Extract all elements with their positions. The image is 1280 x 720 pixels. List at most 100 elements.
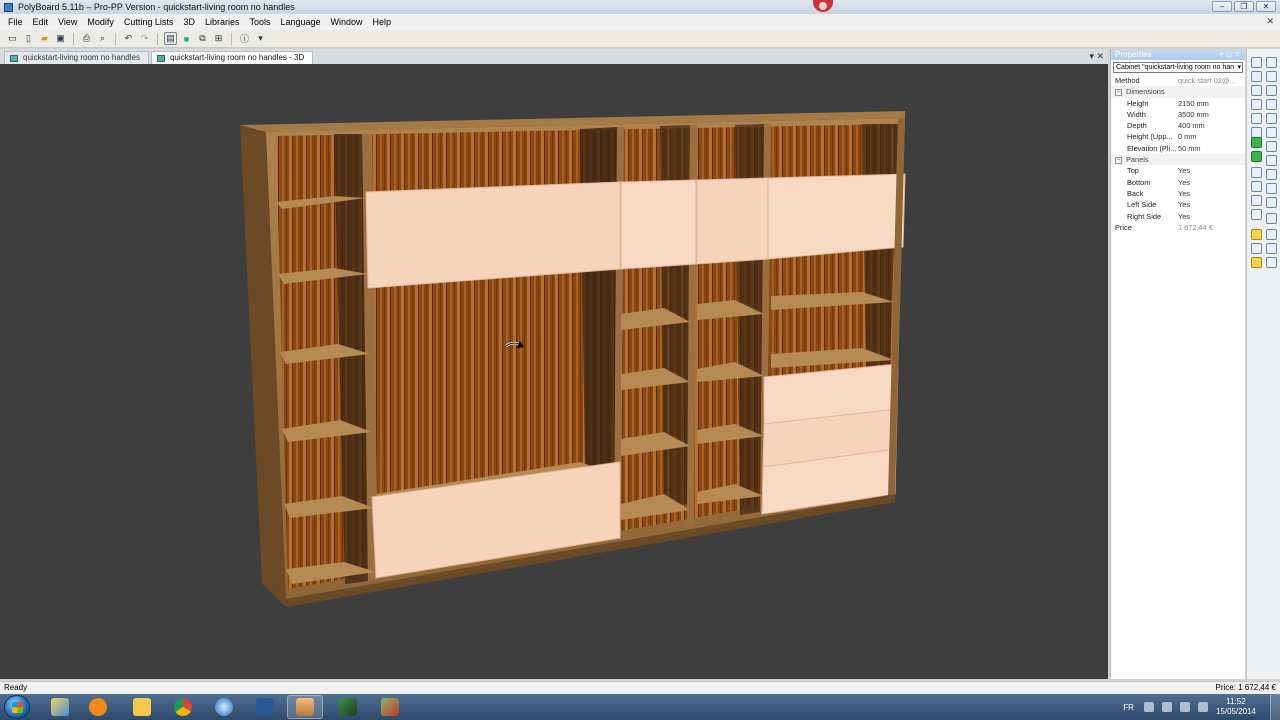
- 3d-model-render[interactable]: [0, 64, 1108, 679]
- taskbar-app-polyboard[interactable]: [287, 695, 323, 719]
- clock[interactable]: 11:52 15/05/2014: [1216, 697, 1256, 717]
- property-row[interactable]: Width 3500 mm: [1111, 109, 1245, 120]
- redo-icon[interactable]: ↷: [138, 32, 151, 45]
- rotate-icon[interactable]: [1251, 85, 1262, 96]
- undo-icon[interactable]: ↶: [122, 32, 135, 45]
- property-row[interactable]: Elevation (Pli... 50 mm: [1111, 143, 1245, 154]
- tab-3d-view[interactable]: quickstart-living room no handles - 3D: [150, 51, 314, 64]
- menu-language[interactable]: Language: [280, 17, 320, 27]
- layout-icon[interactable]: ⊞: [212, 32, 225, 45]
- rotate-icon[interactable]: [1251, 113, 1262, 124]
- 3d-viewport[interactable]: [0, 64, 1108, 679]
- new-project-icon[interactable]: ▭: [6, 32, 19, 45]
- property-row[interactable]: Top Yes: [1111, 165, 1245, 176]
- panel-icon[interactable]: [1266, 183, 1277, 194]
- property-row[interactable]: Height (Upp... 0 mm: [1111, 131, 1245, 142]
- property-row[interactable]: Depth 400 mm: [1111, 120, 1245, 131]
- cabinet-icon[interactable]: [1266, 71, 1277, 82]
- panel-icon[interactable]: [1266, 169, 1277, 180]
- cabinet-icon[interactable]: [1266, 99, 1277, 110]
- drawer-icon[interactable]: [1251, 167, 1262, 178]
- taskbar-app-browser[interactable]: [206, 695, 242, 719]
- category-panels[interactable]: − Panels: [1111, 154, 1245, 166]
- minimize-button[interactable]: ‒: [1212, 1, 1232, 12]
- panel-icon[interactable]: [1266, 257, 1277, 268]
- taskbar-app-explorer[interactable]: [124, 695, 160, 719]
- panel-icon[interactable]: [1266, 141, 1277, 152]
- object-selector[interactable]: Cabinet "quickstart-living room no han ▾: [1113, 62, 1243, 73]
- panel-icon[interactable]: [1266, 229, 1277, 240]
- taskbar-app-word[interactable]: [247, 695, 283, 719]
- menu-tools[interactable]: Tools: [249, 17, 270, 27]
- new-file-icon[interactable]: ▯: [22, 32, 35, 45]
- 3d-view-icon[interactable]: ■: [180, 32, 193, 45]
- cabinet-icon[interactable]: [1266, 113, 1277, 124]
- taskbar-app-paint[interactable]: [42, 695, 78, 719]
- menu-view[interactable]: View: [58, 17, 77, 27]
- category-dimensions[interactable]: − Dimensions: [1111, 86, 1245, 98]
- taskbar-app-tool[interactable]: [330, 695, 366, 719]
- cabinet-icon[interactable]: [1266, 85, 1277, 96]
- maximize-button[interactable]: ❐: [1234, 1, 1254, 12]
- panel-icon[interactable]: [1266, 243, 1277, 254]
- green-cube-icon[interactable]: [1251, 137, 1262, 148]
- show-hidden-icons-icon[interactable]: [1143, 702, 1154, 712]
- cabinet-icon[interactable]: [1266, 57, 1277, 68]
- cabinet-icon[interactable]: [1251, 57, 1262, 68]
- info-icon[interactable]: ⓘ: [238, 32, 251, 45]
- property-row[interactable]: Height 2150 mm: [1111, 98, 1245, 109]
- door-icon[interactable]: [1251, 209, 1262, 220]
- multi-view-icon[interactable]: ⧉: [196, 32, 209, 45]
- tab-list-close-icon[interactable]: ▾ ✕: [1089, 51, 1104, 62]
- taskbar-app-media-player[interactable]: [80, 695, 116, 719]
- panel-icon[interactable]: [1266, 213, 1277, 224]
- chevron-down-icon[interactable]: ▾: [1237, 63, 1241, 72]
- show-desktop-button[interactable]: [1270, 694, 1280, 720]
- start-button[interactable]: [4, 695, 30, 719]
- cabinet-view-icon[interactable]: ▤: [164, 32, 177, 45]
- cabinet-icon[interactable]: [1266, 127, 1277, 138]
- print-icon[interactable]: ⎙: [80, 32, 93, 45]
- action-center-icon[interactable]: [1197, 702, 1208, 712]
- drawer-icon[interactable]: [1251, 181, 1262, 192]
- menu-3d[interactable]: 3D: [183, 17, 195, 27]
- hinge-icon[interactable]: [1251, 243, 1262, 254]
- menu-edit[interactable]: Edit: [33, 17, 49, 27]
- rotate-icon[interactable]: [1251, 99, 1262, 110]
- print-preview-icon[interactable]: ⌕: [96, 32, 109, 45]
- panel-icon[interactable]: [1266, 155, 1277, 166]
- panel-icon[interactable]: [1266, 197, 1277, 208]
- panel-controls-icon[interactable]: ▾ ⊡ ✕: [1219, 49, 1241, 60]
- language-indicator[interactable]: FR: [1123, 703, 1134, 712]
- collapse-icon[interactable]: −: [1115, 156, 1122, 164]
- property-row[interactable]: Left Side Yes: [1111, 199, 1245, 210]
- property-row[interactable]: Method quick start 02@...: [1111, 75, 1245, 86]
- close-window-button[interactable]: ✕: [1256, 1, 1276, 12]
- menu-modify[interactable]: Modify: [87, 17, 114, 27]
- network-icon[interactable]: [1161, 702, 1172, 712]
- door-icon[interactable]: [1251, 195, 1262, 206]
- menu-help[interactable]: Help: [373, 17, 392, 27]
- toolbar-overflow-icon[interactable]: ▾: [254, 32, 267, 45]
- material-icon[interactable]: [1251, 257, 1262, 268]
- taskbar-app-tool[interactable]: [372, 695, 408, 719]
- menu-libraries[interactable]: Libraries: [205, 17, 240, 27]
- property-row[interactable]: Bottom Yes: [1111, 177, 1245, 188]
- green-cube-icon[interactable]: [1251, 151, 1262, 162]
- menu-window[interactable]: Window: [331, 17, 363, 27]
- menu-file[interactable]: File: [8, 17, 23, 27]
- close-document-icon[interactable]: ✕: [1266, 16, 1274, 27]
- property-row[interactable]: Price 1 672,44 €: [1111, 222, 1245, 233]
- record-icon[interactable]: [813, 0, 833, 12]
- save-icon[interactable]: ▣: [54, 32, 67, 45]
- tab-2d-view[interactable]: quickstart-living room no handles: [4, 51, 149, 64]
- property-row[interactable]: Right Side Yes: [1111, 211, 1245, 222]
- menu-cutting-lists[interactable]: Cutting Lists: [124, 17, 174, 27]
- rotate-icon[interactable]: [1251, 71, 1262, 82]
- volume-icon[interactable]: [1179, 702, 1190, 712]
- taskbar-app-chrome[interactable]: [165, 695, 201, 719]
- property-row[interactable]: Back Yes: [1111, 188, 1245, 199]
- collapse-icon[interactable]: −: [1115, 88, 1122, 96]
- open-folder-icon[interactable]: ▰: [38, 32, 51, 45]
- lightbulb-icon[interactable]: [1251, 229, 1262, 240]
